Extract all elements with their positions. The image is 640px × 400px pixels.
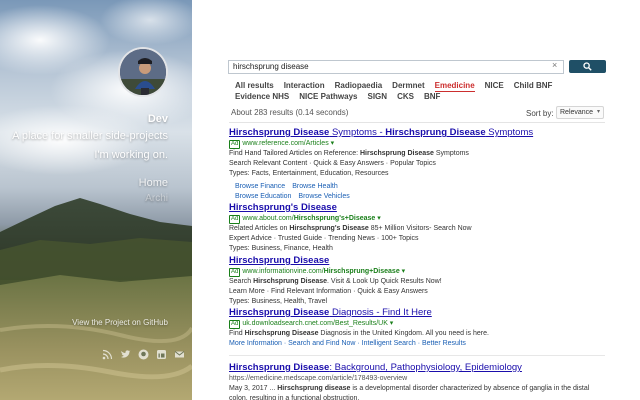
result-snippet: Search Relevant Content · Quick & Easy A… xyxy=(229,160,436,167)
result-snippet: Learn More · Find Relevant Information ·… xyxy=(229,288,428,295)
ad-badge: Ad xyxy=(229,268,241,277)
twitter-icon[interactable] xyxy=(120,347,131,358)
tab-child-bnf[interactable]: Child BNF xyxy=(514,81,553,92)
result-count: About 283 results (0.14 seconds) xyxy=(231,108,349,117)
tab-evidence-nhs[interactable]: Evidence NHS xyxy=(235,92,289,102)
ad-badge: Ad xyxy=(229,320,241,329)
tab-interaction[interactable]: Interaction xyxy=(284,81,325,92)
search-icon xyxy=(583,62,592,71)
search-button[interactable] xyxy=(569,60,606,73)
tab-all-results[interactable]: All results xyxy=(235,81,274,92)
source-tabs: All results Interaction Radiopaedia Dermnet… xyxy=(235,81,565,102)
sort-select-value: Relevance xyxy=(560,109,594,116)
tab-row-secondary: Evidence NHS NICE Pathways SIGN CKS BNF xyxy=(235,92,565,102)
sort-label: Sort by: xyxy=(526,109,554,118)
sitelink[interactable]: Browse Vehicles xyxy=(298,192,349,202)
tab-sign[interactable]: SIGN xyxy=(368,92,388,102)
result-url: Ad www.about.com/Hirschsprung's+Disease ▾ xyxy=(229,215,381,224)
result-snippet: Find Hirschsprung Disease Diagnosis in t… xyxy=(229,330,489,337)
result-url: Ad www.informationvine.com/Hirschsprung+D… xyxy=(229,268,406,277)
result-title-link[interactable]: Hirschsprung Disease xyxy=(229,255,605,267)
github-project-link[interactable]: View the Project on GitHub xyxy=(72,318,168,327)
hero-panel: Dev A place for smaller side-projects I'… xyxy=(0,0,192,400)
result-url: Ad uk.downloadsearch.cnet.com/Best_Result… xyxy=(229,320,394,329)
divider xyxy=(229,122,605,123)
result-url: Ad www.reference.com/Articles ▾ xyxy=(229,140,335,149)
sitelink[interactable]: Browse Finance xyxy=(235,182,285,192)
result-title-link[interactable]: Hirschsprung Disease: Background, Pathop… xyxy=(229,362,605,374)
tab-bnf[interactable]: BNF xyxy=(424,92,440,102)
tab-row-primary: All results Interaction Radiopaedia Dermnet… xyxy=(235,81,565,92)
clear-search-icon[interactable]: × xyxy=(552,60,557,70)
result-title-link[interactable]: Hirschsprung's Disease xyxy=(229,202,605,214)
sort-select[interactable]: Relevance ▾ xyxy=(556,106,604,119)
rss-icon[interactable] xyxy=(102,347,113,360)
result-snippet: Expert Advice · Trusted Guide · Trending… xyxy=(229,235,419,242)
linkedin-icon[interactable] xyxy=(156,347,167,359)
email-icon[interactable] xyxy=(174,347,185,358)
search-result: Hirschsprung Disease Diagnosis - Find It… xyxy=(229,307,605,349)
tab-nice[interactable]: NICE xyxy=(485,81,504,92)
search-result: Hirschsprung Disease: Background, Pathop… xyxy=(229,355,605,400)
result-title-link[interactable]: Hirschsprung Disease Symptoms - Hirschsp… xyxy=(229,127,605,139)
search-result: Hirschsprung Disease Symptoms - Hirschsp… xyxy=(229,127,605,202)
site-tagline: A place for smaller side-projects xyxy=(12,130,168,142)
tab-emedicine[interactable]: Emedicine xyxy=(434,81,475,92)
search-result: Hirschsprung's Disease Ad www.about.com/Hi… xyxy=(229,202,605,254)
nav-home-link[interactable]: Home xyxy=(139,177,168,189)
chevron-down-icon: ▾ xyxy=(596,109,600,115)
ad-badge: Ad xyxy=(229,215,241,224)
result-snippet: Search Hirschsprung Disease. Visit & Loo… xyxy=(229,278,442,285)
tab-dermnet[interactable]: Dermnet xyxy=(392,81,424,92)
sitelink[interactable]: Browse Education xyxy=(235,192,291,202)
search-input[interactable]: hirschsprung disease xyxy=(228,60,564,74)
social-links xyxy=(102,347,185,360)
sitelink[interactable]: Browse Health xyxy=(292,182,338,192)
divider xyxy=(229,355,605,356)
ad-badge: Ad xyxy=(229,140,241,149)
site-name: Dev xyxy=(147,113,168,125)
tab-nice-pathways[interactable]: NICE Pathways xyxy=(299,92,357,102)
github-icon[interactable] xyxy=(138,347,149,360)
result-snippet: May 3, 2017 ... Hirschsprung disease is … xyxy=(229,385,590,400)
nav-archive-link[interactable]: Archi xyxy=(145,193,168,204)
result-snippet: Related Articles on Hirschsprung's Disea… xyxy=(229,225,472,232)
result-snippet: Types: Business, Health, Travel xyxy=(229,298,328,305)
result-title-link[interactable]: Hirschsprung Disease Diagnosis - Find It… xyxy=(229,307,605,319)
site-tagline-continued: I'm working on. xyxy=(94,149,168,161)
search-result: Hirschsprung Disease Ad www.informationvin… xyxy=(229,255,605,307)
tab-radiopaedia[interactable]: Radiopaedia xyxy=(335,81,383,92)
tab-cks[interactable]: CKS xyxy=(397,92,414,102)
result-url: https://emedicine.medscape.com/article/1… xyxy=(229,375,408,382)
result-snippet: Find Hand Tailored Articles on Reference… xyxy=(229,150,469,157)
sitelinks-inline[interactable]: More Information · Search and Find Now ·… xyxy=(229,339,605,349)
result-snippet: Types: Business, Finance, Health xyxy=(229,245,333,252)
avatar[interactable] xyxy=(118,47,168,97)
result-snippet: Types: Facts, Entertainment, Education, … xyxy=(229,170,389,177)
